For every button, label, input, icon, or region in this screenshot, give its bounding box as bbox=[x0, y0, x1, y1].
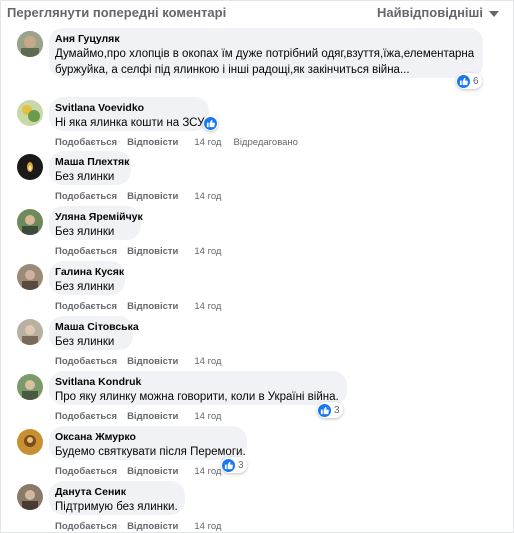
comment-bubble: Галина Кусяк Без ялинки bbox=[49, 261, 125, 295]
comment-actions: Подобається Відповісти 14 год bbox=[55, 191, 231, 202]
comment-actions: Подобається Відповісти 14 год bbox=[55, 521, 231, 532]
comment-author[interactable]: Маша Сітовська bbox=[55, 321, 139, 334]
comment-time[interactable]: 14 год bbox=[194, 411, 221, 422]
comment-text-line: Будемо святкувати після Перемоги. bbox=[55, 446, 246, 458]
comment-text-line: Підтримую без ялинки. bbox=[55, 501, 178, 513]
reaction-count-value: 6 bbox=[473, 75, 479, 87]
comment-time[interactable]: 14 год bbox=[194, 246, 221, 257]
like-icon bbox=[318, 403, 331, 417]
reply-button[interactable]: Відповісти bbox=[127, 191, 178, 202]
comment-author[interactable]: Маша Плехтяк bbox=[55, 156, 129, 169]
reply-button[interactable]: Відповісти bbox=[127, 301, 178, 312]
comment-bubble: Svitlana Kondruk Про яку ялинку можна го… bbox=[49, 371, 347, 405]
comment-bubble: Данута Сеник Підтримую без ялинки. bbox=[49, 481, 185, 515]
comment-actions: Подобається Відповісти 14 год bbox=[55, 246, 231, 257]
comment-text-line: Без ялинки bbox=[55, 226, 115, 238]
comment-actions: Подобається Відповісти 14 год bbox=[55, 466, 231, 477]
comment-text-line: буржуйка, а селфі під ялинкою і інші рад… bbox=[55, 64, 410, 76]
comment-author[interactable]: Оксана Жмурко bbox=[55, 431, 237, 444]
comment-author[interactable]: Галина Кусяк bbox=[55, 266, 124, 279]
reaction-count-value: 3 bbox=[334, 404, 340, 416]
chevron-down-icon bbox=[489, 10, 499, 17]
comment-text-line: Думаймо,про хлопців в окопах їм дуже пот… bbox=[55, 48, 475, 60]
like-button[interactable]: Подобається bbox=[55, 191, 117, 202]
like-button[interactable]: Подобається bbox=[55, 466, 117, 477]
reply-button[interactable]: Відповісти bbox=[127, 356, 178, 367]
like-button[interactable]: Подобається bbox=[55, 246, 117, 257]
like-button[interactable]: Подобається bbox=[55, 137, 117, 148]
avatar[interactable] bbox=[17, 319, 43, 345]
view-previous-comments-link[interactable]: Переглянути попередні коментарі bbox=[7, 5, 226, 20]
comment-actions: Подобається Відповісти 14 год bbox=[55, 301, 231, 312]
edited-label: Відредаговано bbox=[233, 137, 298, 148]
comments-panel: Переглянути попередні коментарі Найвідпо… bbox=[0, 0, 514, 533]
reply-button[interactable]: Відповісти bbox=[127, 411, 178, 422]
like-button[interactable]: Подобається bbox=[55, 521, 117, 532]
comment-text-line: Без ялинки bbox=[55, 336, 115, 348]
comment-time[interactable]: 14 год bbox=[194, 356, 221, 367]
comment-author[interactable]: Уляна Яремійчук bbox=[55, 211, 143, 224]
comment-text-line: Без ялинки bbox=[55, 281, 115, 293]
comment-author[interactable]: Данута Сеник bbox=[55, 486, 175, 499]
like-button[interactable]: Подобається bbox=[55, 301, 117, 312]
reaction-count[interactable] bbox=[203, 115, 218, 131]
comment-actions: Подобається Відповісти 14 год bbox=[55, 411, 231, 422]
comment-bubble: Аня Гуцуляк Думаймо,про хлопців в окопах… bbox=[49, 28, 483, 78]
avatar[interactable] bbox=[17, 209, 43, 235]
comment-text-line: Без ялинки bbox=[55, 171, 115, 183]
comment-author[interactable]: Svitlana Kondruk bbox=[55, 376, 337, 389]
reply-button[interactable]: Відповісти bbox=[127, 137, 178, 148]
like-button[interactable]: Подобається bbox=[55, 411, 117, 422]
reply-button[interactable]: Відповісти bbox=[127, 466, 178, 477]
like-icon bbox=[204, 116, 217, 130]
reaction-count[interactable]: 3 bbox=[317, 402, 343, 418]
comment-bubble: Оксана Жмурко Будемо святкувати після Пе… bbox=[49, 426, 247, 460]
avatar[interactable] bbox=[17, 100, 43, 126]
sort-dropdown[interactable]: Найвідповідніші bbox=[377, 5, 499, 20]
comment-time[interactable]: 14 год bbox=[194, 521, 221, 532]
comment-time[interactable]: 14 год bbox=[194, 137, 221, 148]
comment-actions: Подобається Відповісти 14 год Відредаговано bbox=[55, 137, 298, 148]
comment-time[interactable]: 14 год bbox=[194, 466, 221, 477]
reply-button[interactable]: Відповісти bbox=[127, 246, 178, 257]
avatar[interactable] bbox=[17, 484, 43, 510]
avatar[interactable] bbox=[17, 264, 43, 290]
comment-author[interactable]: Аня Гуцуляк bbox=[55, 33, 473, 46]
comment-author[interactable]: Svitlana Voevidko bbox=[55, 102, 199, 115]
comment-bubble: Маша Плехтяк Без ялинки bbox=[49, 151, 131, 185]
comment-bubble: Уляна Яремійчук Без ялинки bbox=[49, 206, 143, 240]
comment-bubble: Svitlana Voevidko Ні яка ялинка кошти на… bbox=[49, 97, 209, 131]
comment-actions: Подобається Відповісти 14 год bbox=[55, 356, 231, 367]
like-icon bbox=[457, 74, 470, 88]
comment-time[interactable]: 14 год bbox=[194, 301, 221, 312]
like-button[interactable]: Подобається bbox=[55, 356, 117, 367]
avatar[interactable] bbox=[17, 154, 43, 180]
avatar[interactable] bbox=[17, 31, 43, 57]
reaction-count-value: 3 bbox=[238, 459, 244, 471]
comment-bubble: Маша Сітовська Без ялинки bbox=[49, 316, 139, 350]
comments-header: Переглянути попередні коментарі Найвідпо… bbox=[1, 1, 513, 23]
comment-text-line: Ні яка ялинка кошти на ЗСУ. bbox=[55, 117, 207, 129]
avatar[interactable] bbox=[17, 429, 43, 455]
reply-button[interactable]: Відповісти bbox=[127, 521, 178, 532]
reaction-count[interactable]: 6 bbox=[456, 73, 482, 89]
avatar[interactable] bbox=[17, 374, 43, 400]
comment-time[interactable]: 14 год bbox=[194, 191, 221, 202]
sort-label: Найвідповідніші bbox=[376, 5, 483, 20]
comment-text-line: Про яку ялинку можна говорити, коли в Ук… bbox=[55, 391, 339, 403]
